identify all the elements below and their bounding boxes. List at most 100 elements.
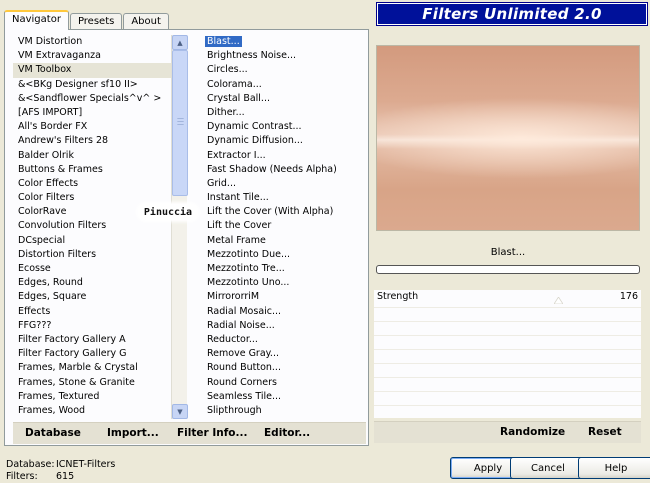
list-item[interactable]: Dynamic Contrast... — [202, 120, 366, 134]
list-item[interactable]: Convolution Filters — [13, 219, 171, 233]
list-item[interactable]: VM Distortion — [13, 35, 171, 49]
list-item[interactable]: DCspecial — [13, 234, 171, 248]
list-item-label: Fast Shadow (Needs Alpha) — [207, 163, 337, 175]
list-item[interactable]: Frames, Textured — [13, 390, 171, 404]
status-info: Database: ICNET-Filters Filters: 615 — [6, 459, 115, 483]
list-item[interactable]: Dither... — [202, 106, 366, 120]
list-item[interactable]: Seamless Tile... — [202, 390, 366, 404]
list-item-label: Radial Noise... — [207, 319, 275, 331]
list-item-label: Brightness Noise... — [207, 50, 297, 62]
list-item-label: &<BKg Designer sf10 II> — [18, 78, 138, 90]
list-item[interactable]: Ecosse — [13, 262, 171, 276]
list-item[interactable]: Lift the Cover — [202, 219, 366, 233]
list-item[interactable]: FFG??? — [13, 319, 171, 333]
list-item[interactable]: Slipthrough — [202, 404, 366, 418]
list-item[interactable]: VM Extravaganza — [13, 49, 171, 63]
list-item-label: Ecosse — [18, 263, 51, 274]
chevron-down-icon: ▼ — [177, 407, 183, 416]
param-row-strength[interactable]: Strength 176 — [374, 290, 641, 304]
list-item[interactable]: Filter Factory Gallery G — [13, 347, 171, 361]
param-row-empty — [374, 391, 641, 405]
list-item[interactable]: Instant Tile... — [202, 191, 366, 205]
list-item[interactable]: Circles... — [202, 63, 366, 77]
import-button[interactable]: Import... — [107, 427, 159, 439]
list-item[interactable]: Mezzotinto Due... — [202, 248, 366, 262]
list-item-label: Edges, Square — [18, 291, 87, 303]
list-item[interactable]: Metal Frame — [202, 234, 366, 248]
param-row-empty — [374, 349, 641, 363]
tab-about[interactable]: About — [123, 13, 169, 30]
list-item[interactable]: Grid... — [202, 177, 366, 191]
list-item[interactable]: Fast Shadow (Needs Alpha) — [202, 163, 366, 177]
editor-button[interactable]: Editor... — [264, 427, 310, 439]
list-item[interactable]: Reductor... — [202, 333, 366, 347]
slider-thumb-icon[interactable] — [554, 297, 563, 304]
cancel-button[interactable]: Cancel — [510, 457, 586, 479]
list-item[interactable]: &<BKg Designer sf10 II> — [13, 78, 171, 92]
list-item-label: Crystal Ball... — [207, 92, 270, 104]
list-item[interactable]: Remove Gray... — [202, 347, 366, 361]
list-item[interactable]: Dynamic Diffusion... — [202, 134, 366, 148]
list-item-label: Seamless Tile... — [207, 390, 282, 402]
category-scrollbar[interactable]: ▲ — — — ▼ — [171, 35, 188, 419]
list-item-label: Extractor I... — [207, 149, 266, 161]
list-item[interactable]: MirrororriM — [202, 290, 366, 304]
list-item-label: Lift the Cover — [207, 220, 272, 232]
filter-info-button[interactable]: Filter Info... — [177, 427, 247, 439]
list-item-label: Edges, Round — [18, 277, 83, 289]
list-item-label: Mezzotinto Uno... — [207, 277, 290, 289]
list-item[interactable]: Brightness Noise... — [202, 49, 366, 63]
list-item[interactable]: VM Toolbox — [13, 63, 171, 78]
list-item[interactable]: Blast... — [202, 35, 366, 49]
list-item-label: FFG??? — [18, 319, 52, 331]
list-item-label: VM Distortion — [18, 36, 83, 47]
list-item-label: Color Filters — [18, 192, 75, 204]
list-item[interactable]: Radial Noise... — [202, 319, 366, 333]
list-item[interactable]: Andrew's Filters 28 — [13, 134, 171, 148]
list-item[interactable]: Mezzotinto Tre... — [202, 262, 366, 276]
list-item[interactable]: Frames, Wood — [13, 404, 171, 418]
list-item[interactable]: Filter Factory Gallery A — [13, 333, 171, 347]
tab-navigator[interactable]: Navigator — [4, 10, 69, 30]
list-item[interactable]: Round Button... — [202, 361, 366, 375]
scroll-up-button[interactable]: ▲ — [172, 35, 188, 50]
list-item-label: Mezzotinto Tre... — [207, 263, 285, 274]
scroll-down-button[interactable]: ▼ — [172, 404, 188, 419]
list-item[interactable]: Distortion Filters — [13, 248, 171, 262]
list-item[interactable]: Color Effects — [13, 177, 171, 191]
list-item[interactable]: Mezzotinto Uno... — [202, 276, 366, 290]
list-item[interactable]: Frames, Stone & Granite — [13, 376, 171, 390]
list-item[interactable]: Frames, Marble & Crystal — [13, 361, 171, 375]
list-item[interactable]: Edges, Square — [13, 290, 171, 304]
database-button[interactable]: Database — [25, 427, 81, 439]
randomize-button[interactable]: Randomize — [500, 426, 565, 438]
watermark-logo: Pinuccia — [138, 204, 198, 220]
list-item[interactable]: Lift the Cover (With Alpha) — [202, 205, 366, 219]
list-item[interactable]: Balder Olrik — [13, 149, 171, 163]
filter-list[interactable]: Blast... Brightness Noise... Circles... Col… — [202, 35, 366, 419]
list-item[interactable]: &<Sandflower Specials^v^ > — [13, 92, 171, 106]
list-item-label: &<Sandflower Specials^v^ > — [18, 92, 162, 104]
list-item[interactable]: Round Corners — [202, 376, 366, 390]
scroll-thumb[interactable]: — — — — [172, 50, 188, 196]
list-item[interactable]: [AFS IMPORT] — [13, 106, 171, 120]
param-row-empty — [374, 335, 641, 349]
list-item[interactable]: Extractor I... — [202, 149, 366, 163]
list-item[interactable]: Edges, Round — [13, 276, 171, 290]
list-item[interactable]: Radial Mosaic... — [202, 305, 366, 319]
list-item[interactable]: Colorama... — [202, 78, 366, 92]
category-list[interactable]: VM Distortion VM Extravaganza VM Toolbox &<… — [13, 35, 171, 419]
filters-count-value: 615 — [56, 471, 75, 482]
list-item-label: ColorRave — [18, 206, 67, 218]
list-item[interactable]: Effects — [13, 305, 171, 319]
reset-button[interactable]: Reset — [588, 426, 622, 438]
list-item[interactable]: Buttons & Frames — [13, 163, 171, 177]
list-item-label: Frames, Marble & Crystal — [18, 362, 138, 374]
list-item[interactable]: All's Border FX — [13, 120, 171, 134]
list-item[interactable]: Crystal Ball... — [202, 92, 366, 106]
tab-presets[interactable]: Presets — [69, 13, 123, 30]
list-item-label: Filter Factory Gallery A — [18, 333, 126, 345]
help-button[interactable]: Help — [578, 457, 650, 479]
list-item-label: VM Toolbox — [18, 64, 72, 76]
title-banner: Filters Unlimited 2.0 — [377, 3, 647, 25]
